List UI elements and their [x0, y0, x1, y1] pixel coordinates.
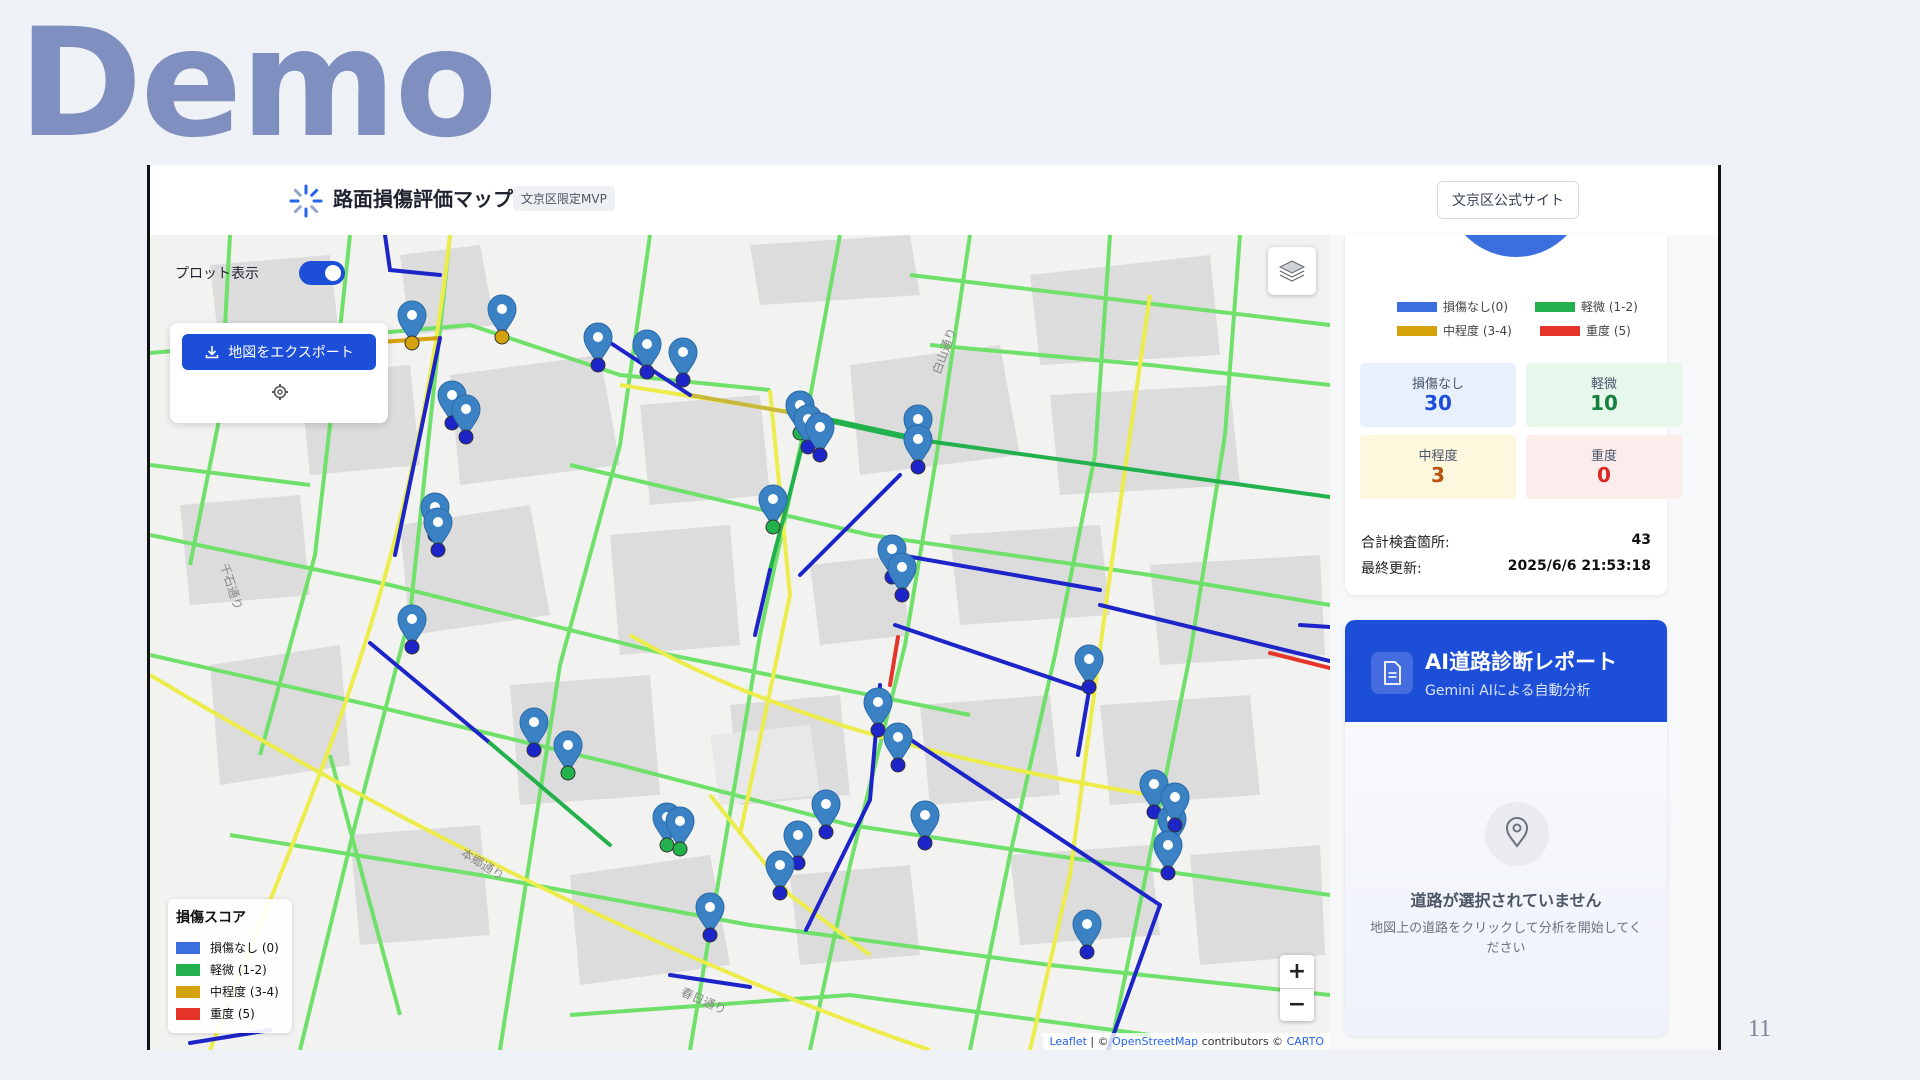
chart-legend-swatch — [1540, 326, 1580, 336]
count-value-moderate: 3 — [1431, 463, 1445, 487]
export-map-button[interactable]: 地図をエクスポート — [182, 334, 376, 370]
attribution-sep: | © — [1086, 1035, 1113, 1048]
count-box-minor: 軽微 10 — [1526, 363, 1682, 427]
ai-report-header: AI道路診断レポート Gemini AIによる自動分析 — [1345, 620, 1667, 722]
legend-item-moderate: 中程度 (3-4) — [176, 983, 279, 1000]
count-value-none: 30 — [1424, 391, 1452, 415]
attribution-mid: contributors © — [1198, 1035, 1287, 1048]
zoom-in-button[interactable]: + — [1280, 955, 1314, 989]
count-label-moderate: 中程度 — [1418, 449, 1458, 464]
map-attribution: Leaflet | © OpenStreetMap contributors ©… — [1043, 1033, 1330, 1050]
page-number: 11 — [1748, 1016, 1772, 1042]
export-panel: 地図をエクスポート — [170, 323, 388, 423]
official-site-button[interactable]: 文京区公式サイト — [1437, 181, 1579, 219]
legend-item-none: 損傷なし (0) — [176, 939, 279, 956]
chart-legend-label: 重度 (5) — [1586, 324, 1631, 338]
plot-toggle-switch[interactable] — [299, 261, 345, 285]
chart-legend-label: 中程度 (3-4) — [1443, 324, 1512, 338]
count-label-severe: 重度 — [1590, 449, 1617, 464]
pie-slices — [1465, 235, 1567, 257]
stats-card: 損傷なし(0) 軽微 (1-2) 中程度 (3-4) 重度 (5) 損傷なし 3… — [1345, 235, 1682, 595]
loading-spinner-icon — [289, 184, 323, 218]
layers-icon — [1278, 260, 1306, 282]
legend-label: 重度 (5) — [210, 1007, 255, 1021]
leaflet-link[interactable]: Leaflet — [1049, 1035, 1086, 1048]
legend-swatch — [176, 1008, 200, 1020]
count-box-severe: 重度 0 — [1526, 435, 1682, 499]
legend-swatch — [176, 986, 200, 998]
chart-legend-swatch — [1397, 326, 1437, 336]
count-label-none: 損傷なし — [1411, 377, 1464, 392]
total-inspections-label: 合計検査箇所: — [1361, 535, 1450, 551]
last-updated-value: 2025/6/6 21:53:18 — [1507, 558, 1651, 574]
mvp-badge: 文京区限定MVP — [513, 186, 615, 211]
count-box-none: 損傷なし 30 — [1360, 363, 1516, 427]
chart-legend-severe: 重度 (5) — [1540, 322, 1631, 339]
zoom-control: + − — [1280, 955, 1314, 1021]
empty-state-description: 地図上の道路をクリックして分析を開始してください — [1370, 921, 1642, 956]
carto-link[interactable]: CARTO — [1287, 1035, 1324, 1048]
damage-score-legend: 損傷スコア 損傷なし (0) 軽微 (1-2) 中程度 (3-4) 重度 (5) — [168, 899, 292, 1033]
chart-legend-none: 損傷なし(0) — [1397, 298, 1508, 315]
ai-report-card: AI道路診断レポート Gemini AIによる自動分析 道路が選択されていません… — [1345, 620, 1667, 1036]
map-area[interactable]: 千石通り 本郷通り 春日通り 白山通り プロット表示 地図をエクスポート 損傷ス… — [150, 235, 1330, 1050]
document-icon — [1371, 652, 1413, 694]
legend-label: 損傷なし (0) — [210, 941, 279, 955]
map-marker[interactable] — [811, 789, 841, 840]
chart-legend-moderate: 中程度 (3-4) — [1397, 322, 1512, 339]
legend-label: 中程度 (3-4) — [210, 985, 279, 999]
legend-swatch — [176, 942, 200, 954]
location-pin-icon — [1485, 802, 1549, 866]
map-marker[interactable] — [805, 412, 835, 463]
chart-legend-label: 損傷なし(0) — [1443, 300, 1508, 314]
ai-report-subtitle: Gemini AIによる自動分析 — [1425, 683, 1591, 699]
map-marker[interactable] — [1072, 909, 1102, 960]
app-title: 路面損傷評価マップ — [333, 187, 513, 211]
ai-report-body: 道路が選択されていません 地図上の道路をクリックして分析を開始してください — [1345, 722, 1667, 1036]
osm-link[interactable]: OpenStreetMap — [1112, 1035, 1198, 1048]
slide-title: Demo — [18, 0, 498, 171]
count-value-severe: 0 — [1597, 463, 1611, 487]
settings-gear-icon[interactable] — [271, 383, 289, 401]
street-label-kasuga: 春日通り — [679, 985, 729, 1017]
export-map-label: 地図をエクスポート — [228, 345, 354, 361]
legend-item-severe: 重度 (5) — [176, 1005, 255, 1022]
map-marker[interactable] — [883, 722, 913, 773]
map-marker[interactable] — [487, 294, 517, 345]
sidebar: 損傷なし(0) 軽微 (1-2) 中程度 (3-4) 重度 (5) 損傷なし 3… — [1330, 235, 1718, 1050]
layers-button[interactable] — [1268, 247, 1316, 295]
plot-toggle-label: プロット表示 — [175, 266, 259, 282]
toggle-knob — [325, 265, 341, 281]
legend-swatch — [176, 964, 200, 976]
ai-report-title: AI道路診断レポート — [1425, 650, 1618, 674]
app-window: 路面損傷評価マップ 文京区限定MVP 文京区公式サイト 千石通り 本郷通り 春日… — [147, 165, 1721, 1050]
count-box-moderate: 中程度 3 — [1360, 435, 1516, 499]
count-value-minor: 10 — [1590, 391, 1618, 415]
legend-title: 損傷スコア — [176, 910, 246, 926]
zoom-out-button[interactable]: − — [1280, 988, 1314, 1021]
count-label-minor: 軽微 — [1590, 377, 1617, 392]
chart-legend-swatch — [1535, 302, 1575, 312]
legend-item-minor: 軽微 (1-2) — [176, 961, 267, 978]
map-marker[interactable] — [397, 300, 427, 351]
chart-legend-swatch — [1397, 302, 1437, 312]
download-icon — [205, 346, 219, 359]
legend-label: 軽微 (1-2) — [210, 963, 267, 977]
app-header: 路面損傷評価マップ 文京区限定MVP 文京区公式サイト — [150, 165, 1718, 235]
map-marker[interactable] — [910, 800, 940, 851]
chart-legend-label: 軽微 (1-2) — [1581, 300, 1638, 314]
pie-slice — [1465, 235, 1567, 257]
chart-legend-minor: 軽微 (1-2) — [1535, 298, 1638, 315]
damage-pie-chart — [1465, 235, 1567, 257]
empty-state-title: 道路が選択されていません — [1410, 891, 1602, 910]
total-inspections-value: 43 — [1631, 532, 1651, 548]
last-updated-label: 最終更新: — [1361, 561, 1422, 577]
